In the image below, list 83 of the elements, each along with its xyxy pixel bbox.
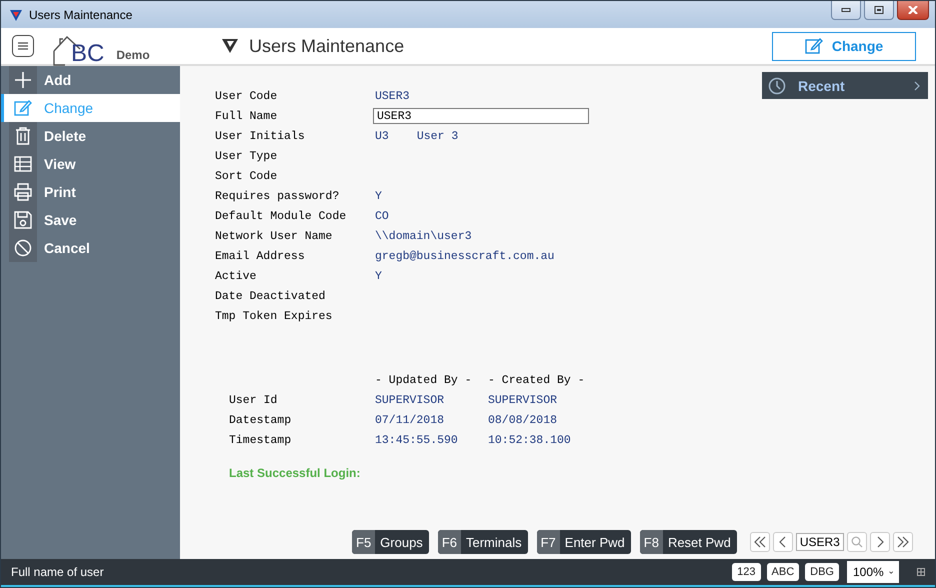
field-value: USER3 bbox=[375, 90, 410, 102]
pencil-icon bbox=[804, 37, 823, 55]
caret-down-icon bbox=[888, 570, 893, 574]
menu-button[interactable] bbox=[12, 35, 34, 57]
record-search-field[interactable]: USER3 bbox=[796, 533, 844, 551]
field-label: User Code bbox=[215, 90, 278, 102]
sidebar-item[interactable]: Add bbox=[37, 66, 180, 94]
printer-icon bbox=[14, 183, 32, 201]
last-login-label: Last Successful Login: bbox=[229, 466, 362, 480]
clock-icon bbox=[768, 76, 786, 94]
close-icon bbox=[908, 6, 918, 14]
next-record-button[interactable] bbox=[870, 532, 890, 552]
last-record-button[interactable] bbox=[892, 532, 913, 552]
floppy-disk-icon bbox=[14, 211, 32, 229]
row-label: Timestamp bbox=[229, 434, 292, 446]
pencil-icon bbox=[14, 99, 32, 117]
field-value: CO bbox=[375, 210, 389, 222]
field-value: Y bbox=[375, 190, 382, 202]
sidebar-item[interactable]: Delete bbox=[37, 122, 180, 150]
full-name-field[interactable]: USER3 bbox=[373, 108, 589, 124]
prohibited-icon bbox=[14, 239, 32, 257]
table-cell-text: 07/11/2018 bbox=[375, 414, 446, 426]
function-key-button[interactable]: F8 Reset Pwd bbox=[640, 530, 737, 554]
table-cell-text: 08/08/2018 bbox=[488, 414, 558, 426]
double-chevron-right-icon bbox=[896, 536, 909, 548]
field-value: U3 bbox=[375, 130, 389, 142]
mode-toggle[interactable]: 123 bbox=[732, 563, 761, 581]
field-label: Requires password? bbox=[215, 190, 340, 202]
search-icon bbox=[850, 536, 863, 548]
sidebar-item[interactable]: Print bbox=[37, 178, 180, 206]
field-label: Network User Name bbox=[215, 230, 334, 242]
table-cell-text: 13:45:55.590 bbox=[375, 434, 459, 446]
field-label: Date Deactivated bbox=[215, 290, 326, 302]
menu-icon bbox=[18, 42, 28, 50]
table-cell-text: 10:52:38.100 bbox=[488, 434, 572, 446]
mode-toggle[interactable]: DBG bbox=[805, 563, 839, 581]
logo-text: BC bbox=[71, 42, 104, 66]
page-title: Users Maintenance bbox=[249, 36, 404, 56]
chevron-right-icon bbox=[914, 80, 920, 90]
logo-caption: Demo bbox=[116, 48, 150, 62]
function-key-button[interactable]: F7 Enter Pwd bbox=[536, 530, 631, 554]
mode-toggle[interactable]: ABC bbox=[766, 563, 800, 581]
field-value: User 3 bbox=[416, 130, 458, 142]
field-value: \\domain\user3 bbox=[375, 230, 472, 242]
maximize-button[interactable] bbox=[864, 1, 894, 20]
column-header: - Created By - bbox=[488, 374, 586, 386]
table-icon bbox=[14, 155, 32, 173]
previous-record-button[interactable] bbox=[772, 532, 793, 552]
column-header: - Updated By - bbox=[375, 374, 473, 386]
sidebar-item[interactable]: Cancel bbox=[37, 234, 180, 262]
grid-icon bbox=[917, 568, 925, 576]
first-record-button[interactable] bbox=[750, 532, 770, 552]
sidebar-item[interactable]: View bbox=[37, 150, 180, 178]
zoom-dropdown[interactable]: 100% bbox=[847, 561, 899, 583]
maximize-icon bbox=[874, 6, 884, 14]
double-chevron-left-icon bbox=[754, 536, 766, 548]
status-message: Full name of user bbox=[11, 565, 104, 579]
field-label: Email Address bbox=[215, 250, 306, 262]
window-title: Users Maintenance bbox=[29, 8, 132, 22]
function-key-button[interactable]: F5 Groups bbox=[352, 530, 429, 554]
function-key-button[interactable]: F6 Terminals bbox=[438, 530, 528, 554]
logo-mark-icon bbox=[221, 38, 239, 54]
recent-button[interactable]: Recent bbox=[762, 72, 928, 99]
field-label: User Type bbox=[215, 150, 278, 162]
field-label: Tmp Token Expires bbox=[215, 310, 334, 322]
sidebar-item[interactable]: Save bbox=[37, 206, 180, 234]
minimize-button[interactable] bbox=[831, 1, 861, 20]
field-label: Sort Code bbox=[215, 170, 278, 182]
field-value: gregb@businesscraft.com.au bbox=[375, 250, 554, 262]
field-label: Full Name bbox=[215, 110, 278, 122]
table-cell-text: SUPERVISOR bbox=[375, 394, 446, 406]
field-label: User Initials bbox=[215, 130, 306, 142]
plus-icon bbox=[14, 71, 32, 89]
minimize-icon bbox=[841, 8, 851, 12]
field-value: Y bbox=[375, 270, 382, 282]
table-cell-text: SUPERVISOR bbox=[488, 394, 558, 406]
field-label: Default Module Code bbox=[215, 210, 348, 222]
app-icon bbox=[9, 8, 23, 22]
row-label: User Id bbox=[229, 394, 278, 406]
row-label: Datestamp bbox=[229, 414, 292, 426]
trash-icon bbox=[14, 127, 32, 145]
close-button[interactable] bbox=[897, 1, 929, 20]
field-label: Active bbox=[215, 270, 258, 282]
